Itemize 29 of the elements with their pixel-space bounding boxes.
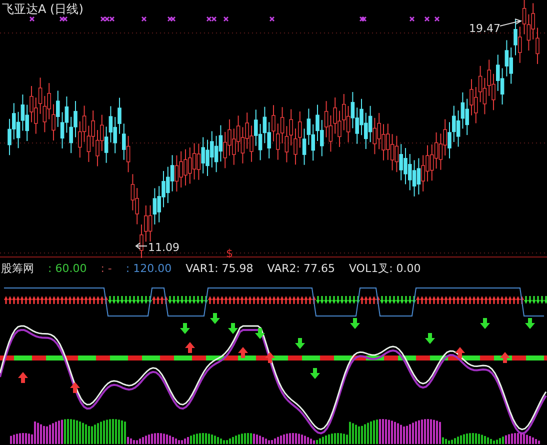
down-arrow-icon	[255, 328, 265, 339]
chart-title: 飞亚达A (日线)	[2, 1, 84, 18]
high-price-label: 19.47	[469, 22, 500, 35]
down-arrow-icon	[350, 318, 360, 329]
up-arrow-icon	[18, 372, 28, 383]
indicator-value: : 60.00	[48, 262, 87, 274]
indicator-value: : 120.00	[126, 262, 172, 274]
up-arrow-icon	[265, 352, 275, 363]
pointer-arrow	[500, 18, 522, 26]
up-arrow-icon	[500, 352, 510, 363]
indicator-value: : -	[100, 262, 112, 274]
down-arrow-icon	[480, 318, 490, 329]
down-arrow-icon	[228, 323, 238, 334]
indicator-value: VAR2: 77.65	[267, 262, 335, 274]
up-arrow-icon	[185, 342, 195, 353]
down-arrow-icon	[180, 323, 190, 334]
up-arrow-icon	[455, 347, 465, 358]
low-price-label: 11.09	[148, 241, 180, 254]
down-arrow-icon	[295, 338, 305, 349]
indicator-name: 股筹网	[1, 260, 34, 276]
down-arrow-icon	[310, 368, 320, 379]
pointer-arrow	[135, 242, 148, 250]
down-arrow-icon	[425, 333, 435, 344]
down-arrow-icon	[210, 313, 220, 324]
indicator-value: VAR1: 75.98	[186, 262, 254, 274]
down-arrow-icon	[525, 318, 535, 329]
up-arrow-icon	[70, 382, 80, 393]
indicator-value: VOL1叉: 0.00	[348, 260, 421, 276]
up-arrow-icon	[238, 347, 248, 358]
